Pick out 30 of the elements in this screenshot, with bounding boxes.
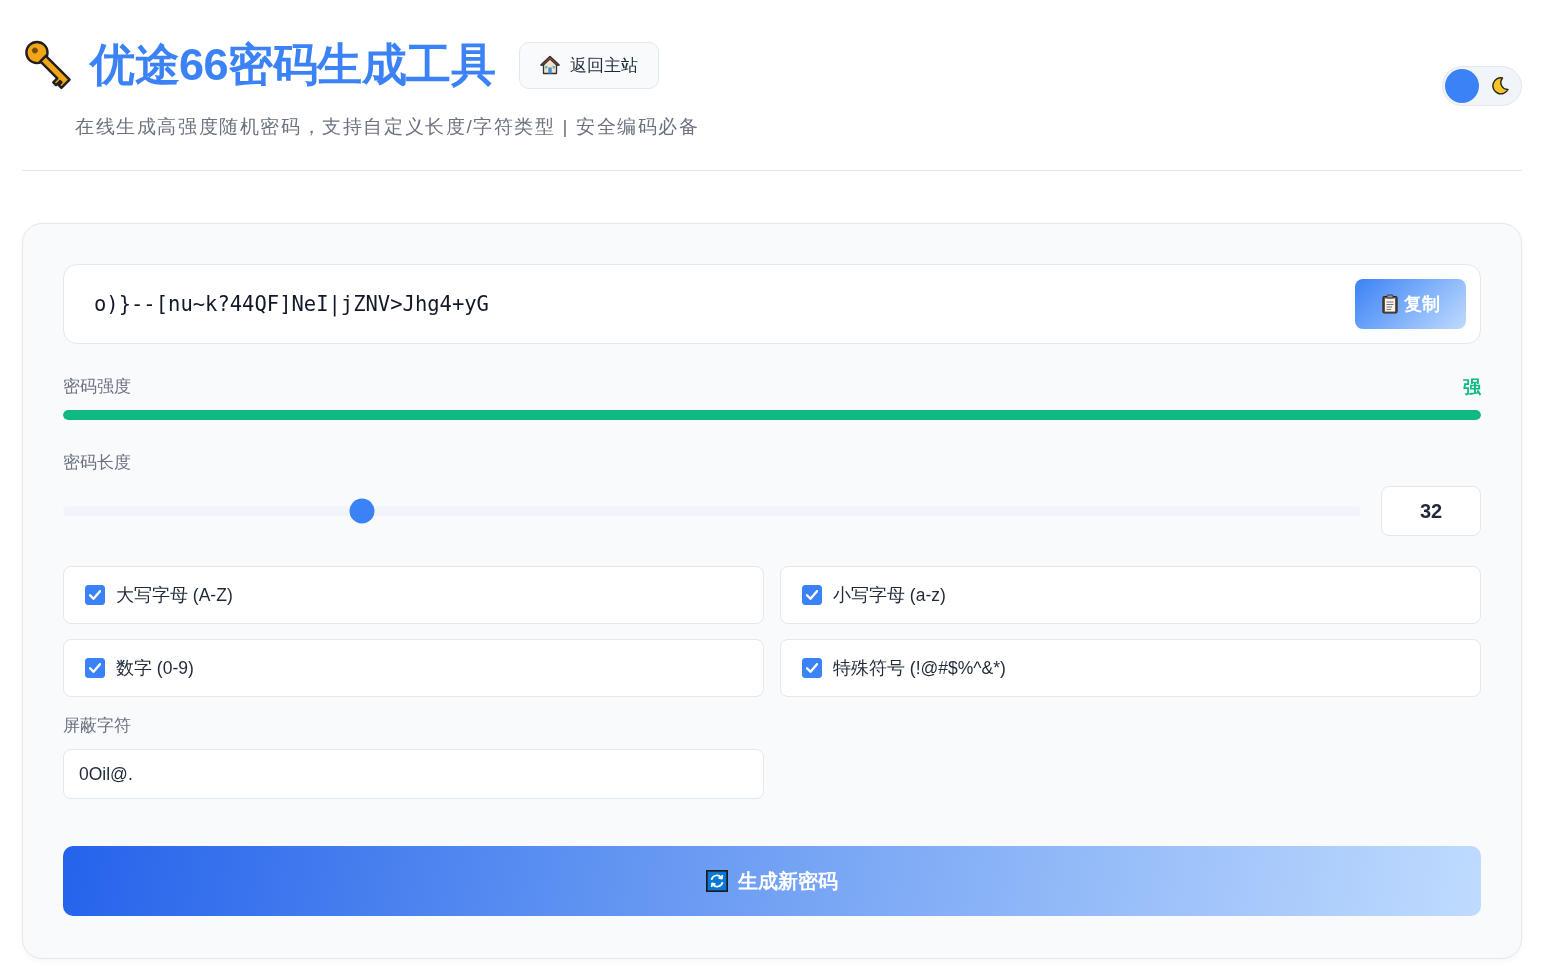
page-subtitle: 在线生成高强度随机密码，支持自定义长度/字符类型 | 安全编码必备	[75, 115, 700, 139]
strength-label: 密码强度	[63, 376, 131, 398]
checkbox[interactable]	[802, 585, 822, 605]
refresh-icon	[706, 870, 728, 892]
slider-thumb[interactable]	[349, 498, 375, 524]
page-title: 优途66密码生成工具	[90, 38, 496, 92]
checkbox[interactable]	[85, 585, 105, 605]
clipboard-icon	[1381, 294, 1398, 314]
excluded-chars-input[interactable]: 0Oil@.	[63, 749, 764, 799]
checkbox-option[interactable]: 特殊符号 (!@#$%^&*)	[780, 639, 1481, 697]
checkbox[interactable]	[85, 658, 105, 678]
checkmark-icon	[806, 663, 818, 673]
length-label: 密码长度	[63, 452, 131, 474]
password-text: o)}--[nu~k?44QF]NeI|jZNV>Jhg4+yG	[94, 292, 489, 316]
checkbox-option[interactable]: 大写字母 (A-Z)	[63, 566, 764, 624]
house-icon	[540, 55, 561, 75]
theme-toggle[interactable]	[1442, 66, 1522, 106]
checkmark-icon	[89, 663, 101, 673]
checkbox[interactable]	[802, 658, 822, 678]
home-button[interactable]: 返回主站	[519, 41, 660, 89]
checkmark-icon	[806, 590, 818, 600]
length-input[interactable]: 32	[1381, 486, 1481, 536]
checkbox-option[interactable]: 数字 (0-9)	[63, 639, 764, 697]
toggle-thumb	[1445, 69, 1479, 103]
key-icon	[24, 40, 72, 90]
excluded-label: 屏蔽字符	[63, 715, 131, 737]
strength-rating: 强	[1463, 376, 1481, 399]
moon-icon	[1491, 77, 1509, 95]
checkbox-option[interactable]: 小写字母 (a-z)	[780, 566, 1481, 624]
checkmark-icon	[89, 590, 101, 600]
